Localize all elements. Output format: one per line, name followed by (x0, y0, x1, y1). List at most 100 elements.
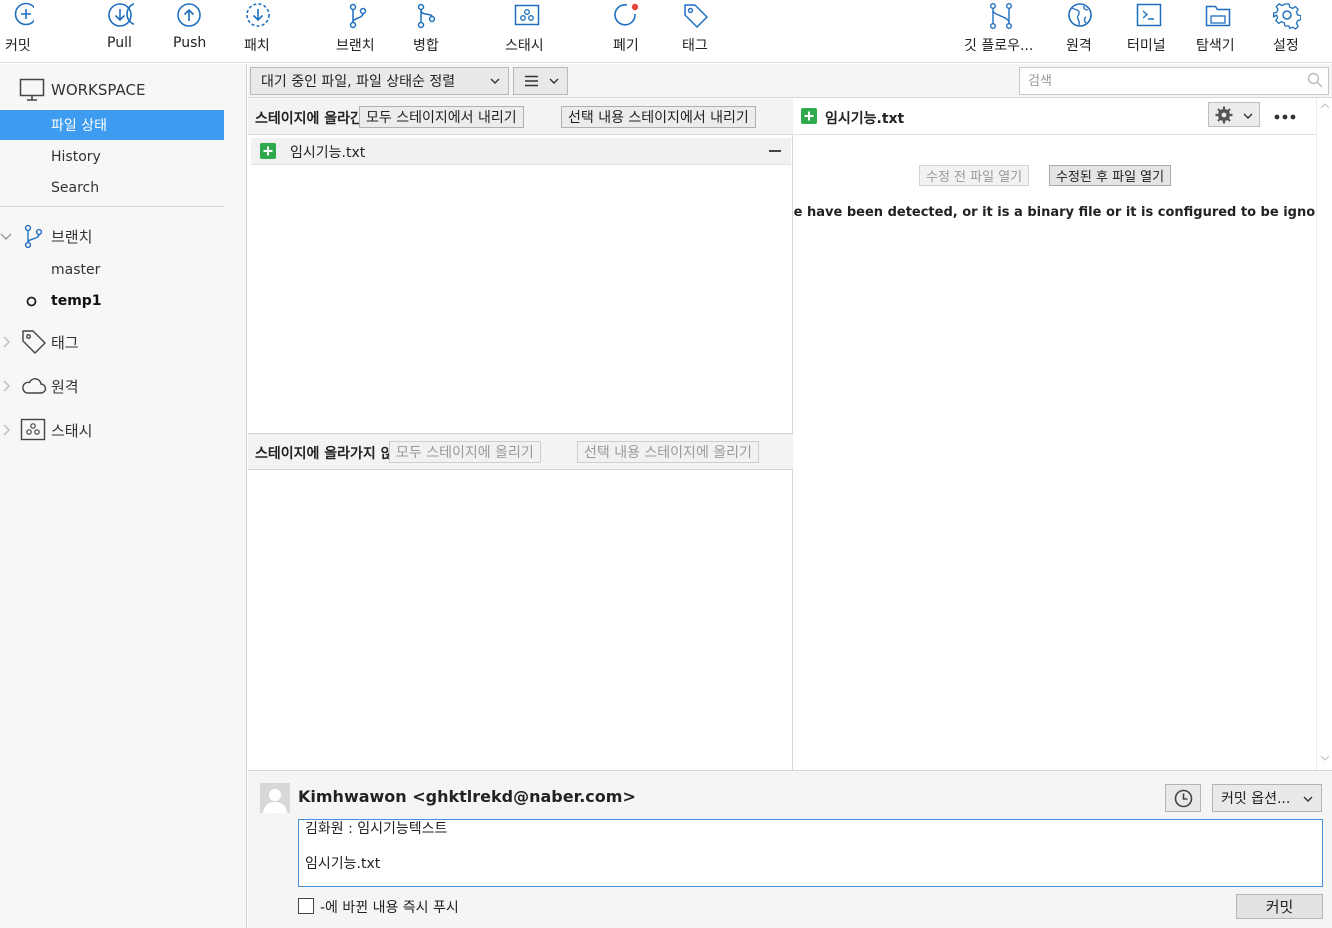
push-button[interactable]: Push (157, 0, 221, 62)
added-file-icon (260, 143, 276, 159)
pull-button[interactable]: Pull (88, 0, 152, 62)
stash-icon (514, 4, 540, 26)
branches-title: 브랜치 (51, 227, 93, 246)
open-after-button[interactable]: 수정된 후 파일 열기 (1049, 165, 1172, 186)
commit-message-line-1: 김화원 : 임시기능텍스트 (305, 821, 448, 837)
branch-button[interactable]: 브랜치 (326, 0, 390, 62)
scroll-up-icon[interactable] (1320, 102, 1330, 110)
search-icon[interactable] (1307, 72, 1323, 88)
more-icon[interactable] (1274, 114, 1296, 120)
stash-label: 스태시 (505, 38, 544, 54)
chevron-right-icon[interactable] (0, 380, 12, 392)
commit-author: Kimhwawon <ghktlrekd@naber.com> (298, 787, 636, 806)
tag-icon (684, 4, 708, 28)
stashes-header[interactable]: 스태시 (0, 413, 247, 447)
tag-button[interactable]: 태그 (664, 0, 728, 62)
unstage-all-button[interactable]: 모두 스테이지에서 내리기 (359, 106, 524, 128)
settings-button[interactable]: 설정 (1255, 0, 1319, 62)
branch-label: 브랜치 (336, 38, 375, 54)
commit-message-line-2: 임시기능.txt (305, 856, 381, 872)
branch-icon (349, 3, 367, 29)
explorer-button[interactable]: 탐색기 (1186, 0, 1250, 62)
merge-icon (417, 3, 436, 29)
diff-scrollbar[interactable] (1316, 98, 1332, 770)
discard-button[interactable]: 폐기 (595, 0, 659, 62)
push-immediately-checkbox[interactable] (298, 898, 314, 914)
chevron-down-icon[interactable] (0, 230, 12, 242)
git-flow-label: 깃 플로우... (964, 38, 1034, 54)
sidebar-item-branch-temp1[interactable]: temp1 (0, 286, 224, 316)
merge-button[interactable]: 병합 (396, 0, 460, 62)
diff-file-name: 임시기능.txt (825, 111, 905, 127)
sidebar-item-search[interactable]: Search (0, 173, 224, 203)
gear-icon (1273, 3, 1301, 30)
sidebar: WORKSPACE 파일 상태 History Search 브랜치 maste… (0, 64, 247, 928)
commit-options-dropdown[interactable]: 커밋 옵션... (1212, 784, 1322, 812)
avatar (260, 783, 290, 813)
sidebar-item-branch-master[interactable]: master (0, 255, 224, 285)
push-icon (177, 3, 201, 27)
open-before-button[interactable]: 수정 전 파일 열기 (919, 165, 1030, 186)
merge-label: 병합 (413, 38, 439, 54)
chevron-down-icon (1243, 113, 1253, 119)
push-immediately-label: -에 바뀐 내용 즉시 푸시 (320, 900, 459, 916)
diff-message: No changes to this file have been detect… (794, 204, 1315, 224)
tags-header[interactable]: 태그 (0, 325, 247, 359)
pull-label: Pull (107, 35, 132, 51)
view-mode-dropdown[interactable] (513, 67, 568, 95)
commit-label: 커밋 (5, 38, 31, 54)
stash-button[interactable]: 스태시 (495, 0, 559, 62)
stash-icon (20, 418, 46, 441)
discard-icon (614, 3, 639, 26)
stashes-title: 스태시 (51, 421, 93, 440)
workspace-title: WORKSPACE (51, 81, 146, 99)
fetch-button[interactable]: 패치 (226, 0, 290, 62)
search-input[interactable] (1019, 67, 1329, 95)
commit-area: Kimhwawon <ghktlrekd@naber.com> 커밋 옵션...… (248, 770, 1332, 928)
unstage-selected-button[interactable]: 선택 내용 스테이지에서 내리기 (561, 106, 756, 128)
diff-header: 임시기능.txt (794, 98, 1316, 135)
chevron-down-icon (490, 78, 500, 84)
chevron-down-icon (549, 78, 559, 84)
chevron-down-icon (1303, 796, 1313, 802)
terminal-button[interactable]: 터미널 (1117, 0, 1181, 62)
chevron-right-icon[interactable] (0, 424, 12, 436)
unstage-file-button[interactable] (769, 150, 781, 152)
remote-label: 원격 (1066, 38, 1092, 54)
branch-icon (24, 224, 43, 249)
sidebar-item-file-status[interactable]: 파일 상태 (0, 110, 224, 140)
sort-dropdown[interactable]: 대기 중인 파일, 파일 상태순 정렬 (250, 67, 509, 95)
diff-message-text: No changes to this file have been detect… (794, 205, 1315, 220)
monitor-icon (19, 78, 45, 101)
commit-message-input[interactable]: 김화원 : 임시기능텍스트 임시기능.txt (298, 819, 1323, 887)
sidebar-item-history[interactable]: History (0, 142, 224, 172)
folder-icon (1205, 5, 1231, 27)
scroll-down-icon[interactable] (1320, 754, 1330, 762)
staged-file-row[interactable]: 임시기능.txt (251, 138, 791, 165)
fetch-label: 패치 (244, 38, 270, 54)
user-avatar-icon (260, 783, 290, 813)
stage-selected-button[interactable]: 선택 내용 스테이지에 올리기 (577, 441, 759, 463)
commit-history-button[interactable] (1165, 784, 1201, 812)
chevron-right-icon[interactable] (0, 336, 12, 348)
current-branch-icon (26, 296, 37, 307)
remote-button[interactable]: 원격 (1048, 0, 1112, 62)
commit-options-label: 커밋 옵션... (1221, 791, 1291, 807)
stage-all-button[interactable]: 모두 스테이지에 올리기 (389, 441, 541, 463)
terminal-icon (1136, 3, 1162, 27)
git-flow-button[interactable]: 깃 플로우... (960, 0, 1046, 62)
settings-label: 설정 (1273, 38, 1299, 54)
staged-header: 스테이지에 올라간 파일 모두 스테이지에서 내리기 선택 내용 스테이지에서 … (248, 99, 793, 135)
commit-button[interactable]: 커밋 (0, 0, 52, 62)
staged-file-list (248, 135, 793, 433)
commit-submit-button[interactable]: 커밋 (1236, 894, 1323, 919)
remotes-header[interactable]: 원격 (0, 369, 247, 403)
tag-icon (22, 330, 46, 354)
tags-title: 태그 (51, 333, 79, 352)
branches-header[interactable]: 브랜치 (0, 219, 247, 253)
staged-file-name: 임시기능.txt (290, 145, 366, 161)
list-icon (525, 75, 538, 87)
diff-options-button[interactable] (1208, 102, 1260, 127)
push-label: Push (173, 35, 207, 51)
tag-label: 태그 (682, 38, 708, 54)
